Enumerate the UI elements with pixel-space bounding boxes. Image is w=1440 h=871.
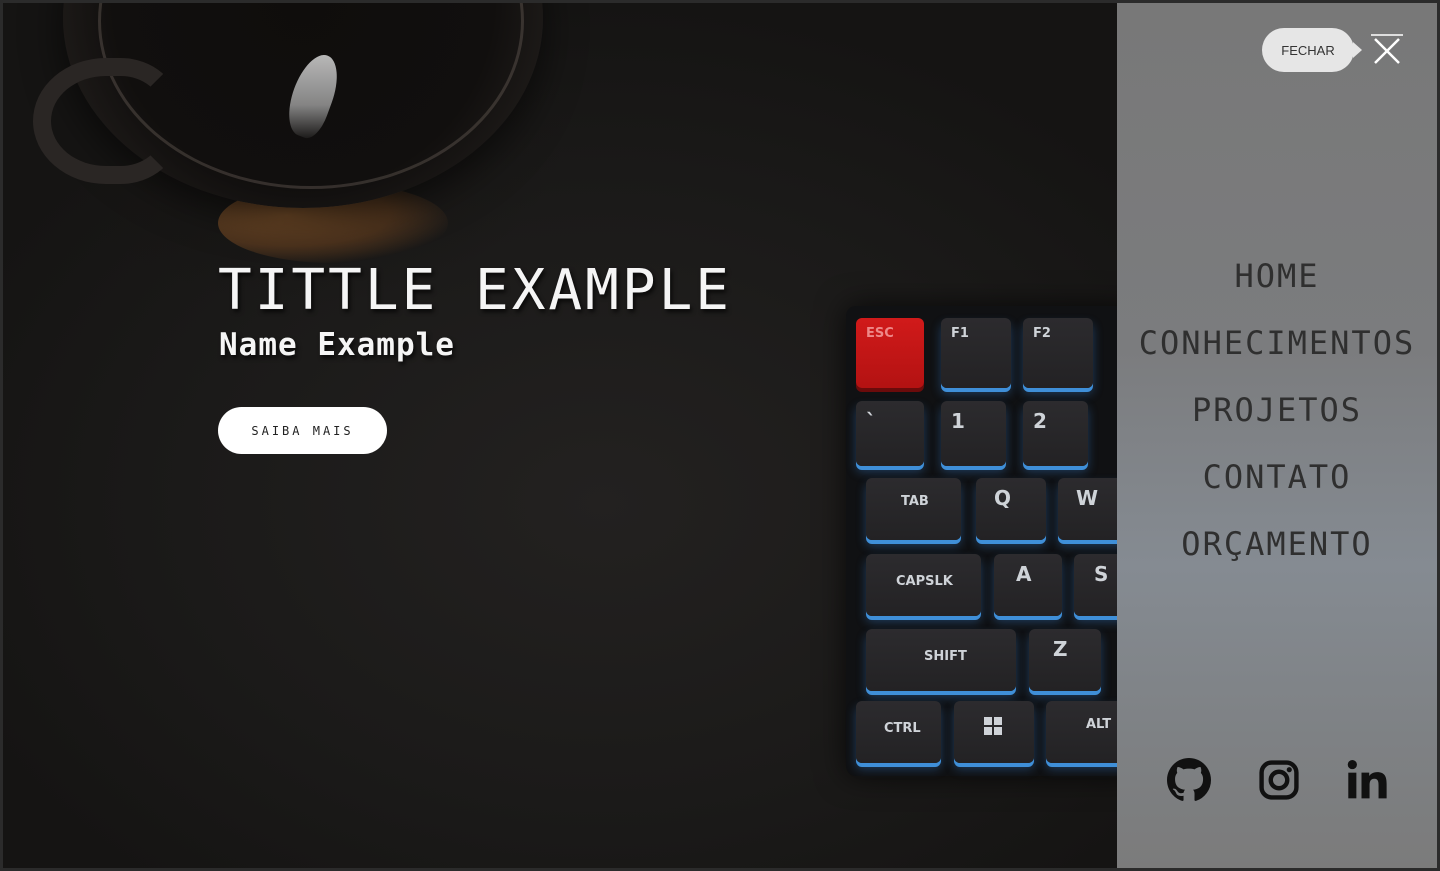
github-link[interactable] [1167,758,1211,802]
key-f1: F1 [941,318,1011,388]
linkedin-icon [1347,760,1387,799]
key-esc: ESC [856,318,924,388]
key-f2: F2 [1023,318,1093,388]
key-1: 1 [941,401,1006,466]
key-ctrl: CTRL [856,701,941,763]
main-nav: HOME CONHECIMENTOS PROJETOS CONTATO ORÇA… [1117,253,1437,588]
linkedin-link[interactable] [1345,758,1389,802]
key-backtick: ` [856,401,924,466]
key-a: A [994,554,1062,616]
nav-item-contato[interactable]: CONTATO [1117,454,1437,521]
nav-item-projetos[interactable]: PROJETOS [1117,387,1437,454]
nav-item-conhecimentos[interactable]: CONHECIMENTOS [1117,320,1437,387]
key-tab: TAB [866,478,961,540]
side-menu: FECHAR HOME CONHECIMENTOS PROJETOS CONTA… [1117,3,1437,868]
close-icon [1371,34,1403,64]
instagram-icon [1259,760,1299,800]
close-tooltip: FECHAR [1262,28,1362,72]
key-z: Z [1029,629,1101,691]
instagram-link[interactable] [1257,758,1301,802]
saiba-mais-button[interactable]: SAIBA MAIS [218,407,387,454]
nav-item-orcamento[interactable]: ORÇAMENTO [1117,521,1437,588]
mug-handle [33,58,179,184]
key-shift: SHIFT [866,629,1016,691]
social-links [1117,758,1437,808]
key-2: 2 [1023,401,1088,466]
hero-title: TITTLE EXAMPLE [218,258,733,323]
key-q: Q [976,478,1046,540]
key-windows [954,701,1034,763]
hero-subtitle: Name Example [219,327,455,363]
windows-icon [984,717,1002,735]
close-menu-button[interactable] [1367,33,1407,69]
keyboard-photo: ESC F1 F2 ` 1 2 TAB Q W CAPSLK A S SHIFT… [846,306,1136,776]
github-icon [1167,758,1211,801]
key-capslock: CAPSLK [866,554,981,616]
nav-item-home[interactable]: HOME [1117,253,1437,320]
